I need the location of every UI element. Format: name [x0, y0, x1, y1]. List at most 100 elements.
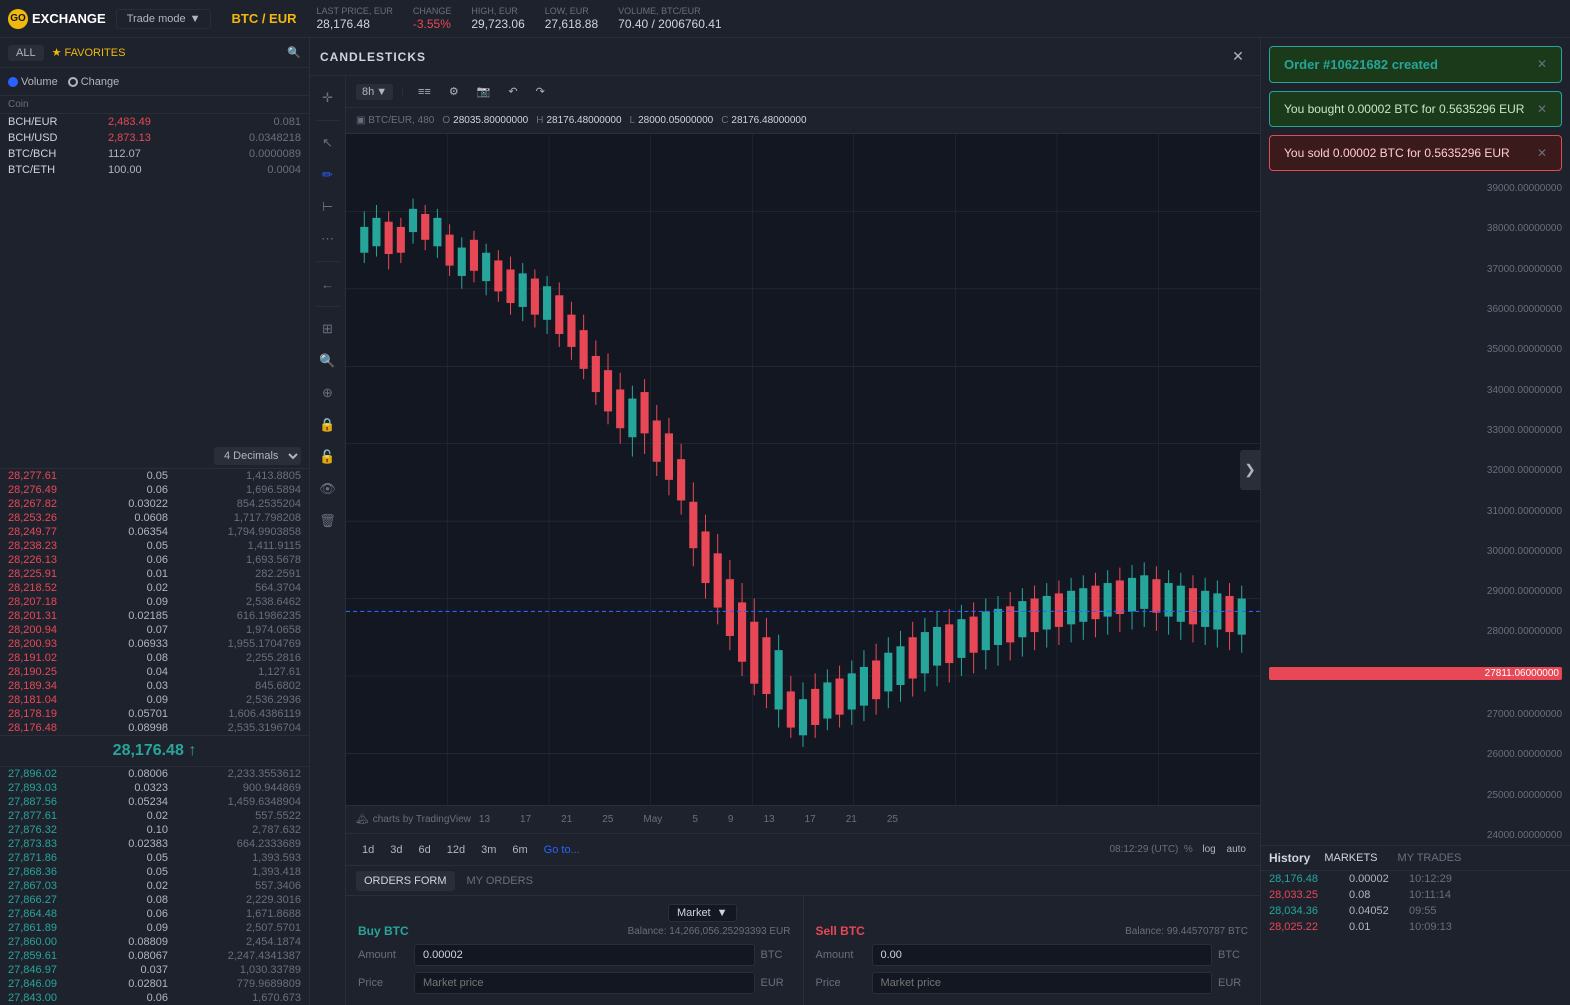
table-row[interactable]: 28,190.250.041,127.61: [0, 665, 309, 679]
table-row[interactable]: 28,191.020.082,255.2816: [0, 651, 309, 665]
price-level: 27000.00000000: [1269, 709, 1562, 720]
table-row[interactable]: 27,843.000.061,670.673: [0, 991, 309, 1005]
orders-form-tab[interactable]: ORDERS FORM: [356, 871, 455, 891]
table-row[interactable]: 28,218.520.02564.3704: [0, 581, 309, 595]
zoom-button[interactable]: 🔍: [314, 347, 342, 375]
my-orders-tab[interactable]: MY ORDERS: [459, 871, 541, 891]
chart-body[interactable]: ❯: [346, 134, 1260, 805]
table-row[interactable]: 28,176.480.089982,535.3196704: [0, 721, 309, 735]
auto-button[interactable]: auto: [1223, 843, 1250, 856]
table-row[interactable]: 27,859.610.080672,247.4341387: [0, 949, 309, 963]
close-sold-notification-button[interactable]: ✕: [1537, 146, 1547, 160]
lock-button[interactable]: 🔒: [314, 411, 342, 439]
timeframe-3d-button[interactable]: 3d: [384, 842, 408, 858]
table-row[interactable]: 27,860.000.088092,454.1874: [0, 935, 309, 949]
table-row[interactable]: 27,887.560.052341,459.6348904: [0, 795, 309, 809]
timeframe-1d-button[interactable]: 1d: [356, 842, 380, 858]
back-button[interactable]: ←: [314, 270, 342, 298]
table-row[interactable]: 28,249.770.063541,794.9903858: [0, 525, 309, 539]
table-row[interactable]: 27,866.270.082,229.3016: [0, 893, 309, 907]
table-row[interactable]: 27,846.090.02801779.9689809: [0, 977, 309, 991]
change-radio[interactable]: Change: [68, 76, 120, 88]
sell-price-input[interactable]: [872, 972, 1213, 994]
table-row[interactable]: 27,873.830.02383664.2333689: [0, 837, 309, 851]
table-row[interactable]: 28,253.260.06081,717.798208: [0, 511, 309, 525]
table-row[interactable]: 28,200.940.071,974.0658: [0, 623, 309, 637]
goto-button[interactable]: Go to...: [538, 842, 586, 858]
list-item[interactable]: BCH/USD 2,873.13 0.0348218: [0, 130, 309, 146]
table-row[interactable]: 28,034.36 0.04052 09:55: [1261, 903, 1570, 919]
log-button[interactable]: log: [1198, 843, 1219, 856]
table-row[interactable]: 28,267.820.03022854.2535204: [0, 497, 309, 511]
table-row[interactable]: 28,025.22 0.01 10:09:13: [1261, 919, 1570, 935]
redo-button[interactable]: ↷: [530, 83, 551, 100]
favorites-button[interactable]: ★ FAVORITES: [52, 46, 126, 59]
high-stat: High, EUR 29,723.06: [471, 6, 524, 31]
trade-mode-button[interactable]: Trade mode ▼: [116, 9, 212, 29]
table-row[interactable]: 28,277.610.051,413.8805: [0, 469, 309, 483]
search-icon[interactable]: 🔍: [287, 46, 301, 59]
table-row[interactable]: 28,276.490.061,696.5894: [0, 483, 309, 497]
market-type-selector[interactable]: Market ▼: [668, 904, 737, 922]
screenshot-button[interactable]: 📷: [471, 83, 497, 100]
sell-amount-input[interactable]: [872, 944, 1213, 966]
close-chart-button[interactable]: ✕: [1226, 45, 1250, 69]
indicator-button[interactable]: ⊞: [314, 315, 342, 343]
list-item[interactable]: BTC/BCH 112.07 0.0000089: [0, 146, 309, 162]
close-notification-button[interactable]: ✕: [1537, 57, 1547, 71]
table-row[interactable]: 27,896.020.080062,233.3553612: [0, 767, 309, 781]
table-row[interactable]: 28,189.340.03845.6802: [0, 679, 309, 693]
table-row[interactable]: 27,861.890.092,507.5701: [0, 921, 309, 935]
list-item[interactable]: BTC/ETH 100.00 0.0004: [0, 162, 309, 178]
buy-amount-input[interactable]: [414, 944, 755, 966]
table-row[interactable]: 27,846.970.0371,030.33789: [0, 963, 309, 977]
order-created-notification: ✕ Order #10621682 created: [1269, 46, 1562, 83]
coin-name: BTC/BCH: [8, 148, 108, 160]
candle-type-button[interactable]: ≡≡: [412, 84, 437, 100]
fibonacci-tool-button[interactable]: ⋯: [314, 225, 342, 253]
markets-tab[interactable]: MARKETS: [1318, 850, 1383, 866]
expand-chart-button[interactable]: ❯: [1240, 450, 1260, 490]
table-row[interactable]: 28,033.25 0.08 10:11:14: [1261, 887, 1570, 903]
table-row[interactable]: 28,225.910.01282.2591: [0, 567, 309, 581]
settings-button[interactable]: ⚙: [443, 83, 465, 100]
eye-button[interactable]: 👁: [314, 475, 342, 503]
ruler-tool-button[interactable]: ⊢: [314, 193, 342, 221]
table-row[interactable]: 28,238.230.051,411.9115: [0, 539, 309, 553]
magnet-button[interactable]: ⊕: [314, 379, 342, 407]
timeframe-selector[interactable]: 8h ▼: [356, 84, 393, 100]
table-row[interactable]: 27,877.610.02557.5522: [0, 809, 309, 823]
timeframe-6d-button[interactable]: 6d: [413, 842, 437, 858]
trash-button[interactable]: 🗑: [314, 507, 342, 535]
table-row[interactable]: 28,181.040.092,536.2936: [0, 693, 309, 707]
table-row[interactable]: 27,868.360.051,393.418: [0, 865, 309, 879]
crosshair-tool-button[interactable]: ✛: [314, 84, 342, 112]
undo-button[interactable]: ↶: [502, 83, 523, 100]
timeframe-3m-button[interactable]: 3m: [475, 842, 502, 858]
table-row[interactable]: 28,226.130.061,693.5678: [0, 553, 309, 567]
price-level: 30000.00000000: [1269, 546, 1562, 557]
my-trades-tab[interactable]: MY TRADES: [1392, 850, 1468, 866]
close-bought-notification-button[interactable]: ✕: [1537, 102, 1547, 116]
list-item[interactable]: BCH/EUR 2,483.49 0.081: [0, 114, 309, 130]
decimals-select[interactable]: 4 Decimals 2 Decimals 6 Decimals: [214, 447, 301, 465]
table-row[interactable]: 28,207.180.092,538.6462: [0, 595, 309, 609]
timeframe-6m-button[interactable]: 6m: [506, 842, 533, 858]
timeframe-12d-button[interactable]: 12d: [441, 842, 471, 858]
cursor-tool-button[interactable]: ↖: [314, 129, 342, 157]
all-button[interactable]: ALL: [8, 45, 44, 61]
lock-open-button[interactable]: 🔓: [314, 443, 342, 471]
pencil-tool-button[interactable]: ✏: [314, 161, 342, 189]
table-row[interactable]: 27,871.860.051,393.593: [0, 851, 309, 865]
buy-price-input[interactable]: [414, 972, 755, 994]
table-row[interactable]: 27,876.320.102,787.632: [0, 823, 309, 837]
table-row[interactable]: 28,200.930.069331,955.1704769: [0, 637, 309, 651]
table-row[interactable]: 28,201.310.02185616.1986235: [0, 609, 309, 623]
table-row[interactable]: 28,176.48 0.00002 10:12:29: [1261, 871, 1570, 887]
table-row[interactable]: 27,867.030.02557.3406: [0, 879, 309, 893]
table-row[interactable]: 27,864.480.061,671.8688: [0, 907, 309, 921]
volume-radio[interactable]: Volume: [8, 76, 58, 88]
table-row[interactable]: 27,893.030.0323900.944869: [0, 781, 309, 795]
price-scale: 39000.00000000 38000.00000000 37000.0000…: [1261, 179, 1570, 845]
table-row[interactable]: 28,178.190.057011,606.4386119: [0, 707, 309, 721]
